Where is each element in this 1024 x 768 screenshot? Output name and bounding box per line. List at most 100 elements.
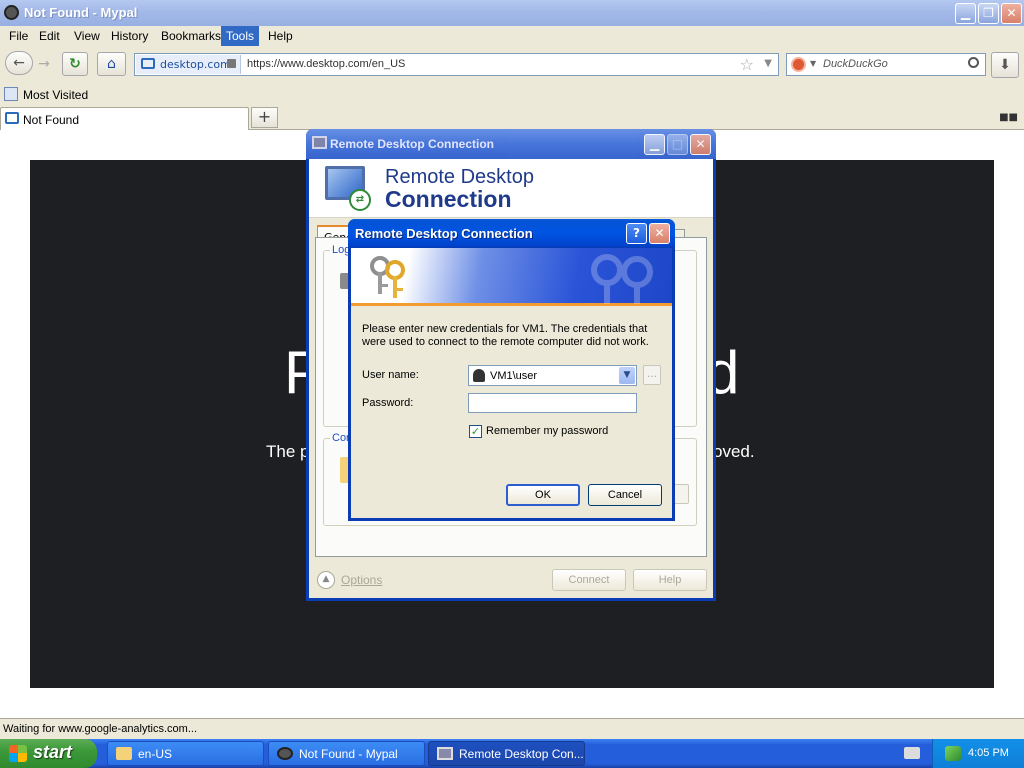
close-button[interactable]: ✕: [1001, 3, 1022, 24]
site-identity-icon: [141, 58, 155, 69]
url-dropdown-icon[interactable]: ▼: [764, 58, 772, 69]
page-subtext-right: oved.: [713, 442, 755, 461]
tab-not-found[interactable]: Not Found: [0, 107, 249, 130]
rdc-help-button[interactable]: Help: [633, 569, 707, 591]
banner-watermark-icon: [591, 254, 653, 304]
rdc-close-button[interactable]: ✕: [690, 134, 711, 155]
start-label: start: [33, 742, 73, 762]
taskbar: start en-US Not Found - Mypal Remote Des…: [0, 739, 1024, 768]
engine-dropdown-icon[interactable]: ▼: [810, 59, 816, 68]
connection-arrows-icon: ⇄: [349, 189, 371, 211]
tab-list-icon[interactable]: ■■: [999, 112, 1018, 123]
downloads-button[interactable]: ⬇: [991, 52, 1019, 78]
bookmark-star-icon[interactable]: ☆: [740, 55, 754, 74]
site-identity-button[interactable]: desktop.com: [136, 55, 241, 74]
address-bar[interactable]: desktop.com https://www.desktop.com/en_U…: [134, 53, 779, 76]
tab-strip: Not Found + ■■: [0, 106, 1024, 130]
url-text[interactable]: https://www.desktop.com/en_US: [247, 58, 405, 70]
search-placeholder[interactable]: DuckDuckGo: [823, 58, 888, 70]
menu-file[interactable]: File: [4, 29, 33, 43]
keyboard-icon[interactable]: [904, 747, 920, 759]
menu-edit[interactable]: Edit: [34, 29, 65, 43]
status-text: Waiting for www.google-analytics.com...: [3, 723, 197, 735]
home-button[interactable]: ⌂: [97, 52, 126, 76]
search-box[interactable]: ▼ DuckDuckGo: [786, 53, 986, 76]
user-icon: [473, 369, 485, 382]
menu-tools[interactable]: Tools: [221, 26, 260, 46]
credentials-title: Remote Desktop Connection: [355, 226, 533, 241]
taskbar-item-en-us[interactable]: en-US: [107, 741, 264, 766]
folder-icon: [116, 747, 132, 760]
credentials-close-button[interactable]: ✕: [649, 223, 670, 244]
bookmark-most-visited[interactable]: Most Visited: [23, 88, 88, 102]
rdc-header-line2: Connection: [385, 186, 512, 212]
close-icon: ✕: [654, 226, 665, 240]
menu-history[interactable]: History: [106, 29, 153, 43]
duckduckgo-engine-icon[interactable]: [791, 57, 806, 72]
new-tab-button[interactable]: +: [251, 107, 278, 128]
rdc-window-title: Remote Desktop Connection: [330, 137, 495, 151]
username-combobox[interactable]: VM1\user ▼: [468, 365, 637, 386]
tab-label: Not Found: [23, 113, 80, 127]
site-identity-label: desktop.com: [160, 58, 231, 71]
remember-password-label[interactable]: Remember my password: [486, 425, 608, 437]
rdc-footer: ▲ Options Connect Help: [309, 562, 713, 598]
maximize-button[interactable]: ❐: [978, 3, 999, 24]
tab-page-icon: [5, 112, 19, 124]
credentials-message: Please enter new credentials for VM1. Th…: [362, 323, 649, 348]
credentials-body: Please enter new credentials for VM1. Th…: [351, 248, 672, 518]
forward-arrow-icon: →: [38, 56, 50, 72]
password-field[interactable]: [468, 393, 637, 413]
forward-button[interactable]: →: [33, 53, 55, 77]
clock[interactable]: 4:05 PM: [968, 747, 1009, 759]
keys-icon: [370, 256, 405, 298]
credentials-dialog: Remote Desktop Connection ? ✕ Please ent…: [348, 219, 675, 521]
back-button[interactable]: ←: [5, 51, 33, 75]
back-arrow-icon: ←: [13, 55, 25, 71]
rdc-banner: ⇄ Remote Desktop Connection: [309, 159, 713, 218]
rdc-minimize-button[interactable]: ▁: [644, 134, 665, 155]
status-bar: Waiting for www.google-analytics.com...: [0, 718, 1024, 739]
options-toggle-icon[interactable]: ▲: [317, 571, 335, 589]
chevron-down-icon[interactable]: ▼: [619, 367, 635, 384]
rdc-maximize-button: □: [667, 134, 688, 155]
page-subtext-left: The p: [266, 442, 310, 461]
remember-password-checkbox[interactable]: ✓: [469, 425, 482, 438]
start-button[interactable]: start: [0, 739, 97, 768]
credentials-titlebar: Remote Desktop Connection ? ✕: [348, 219, 675, 248]
help-button[interactable]: ?: [626, 223, 647, 244]
username-label: User name:: [362, 369, 419, 381]
plus-icon: +: [257, 107, 272, 126]
taskbar-item-rdc[interactable]: Remote Desktop Con...: [428, 741, 585, 766]
menu-view[interactable]: View: [69, 29, 105, 43]
reload-button[interactable]: ↻: [62, 52, 88, 76]
browser-window-title: Not Found - Mypal: [24, 5, 138, 20]
reload-icon: ↻: [69, 56, 81, 72]
home-icon: ⌂: [107, 56, 116, 72]
search-icon[interactable]: [968, 57, 979, 68]
minimize-button[interactable]: ▁: [955, 3, 976, 24]
rdc-icon: [437, 747, 453, 760]
menu-bookmarks[interactable]: Bookmarks: [156, 29, 226, 43]
taskbar-item-label: Not Found - Mypal: [299, 747, 398, 761]
menu-help[interactable]: Help: [263, 29, 298, 43]
ok-button[interactable]: OK: [506, 484, 580, 506]
network-icon[interactable]: [945, 746, 961, 761]
taskbar-item-label: en-US: [138, 747, 173, 761]
taskbar-item-label: Remote Desktop Con...: [459, 747, 584, 761]
options-link[interactable]: Options: [341, 573, 382, 587]
bookmarks-toolbar: Most Visited: [0, 84, 1024, 106]
username-value[interactable]: VM1\user: [490, 370, 537, 382]
password-label: Password:: [362, 397, 414, 409]
taskbar-item-mypal[interactable]: Not Found - Mypal: [268, 741, 425, 766]
connect-button[interactable]: Connect: [552, 569, 626, 591]
rdc-titlebar: Remote Desktop Connection ▁ □ ✕: [306, 129, 716, 159]
menu-bar: File Edit View History Bookmarks Tools H…: [0, 26, 1024, 46]
lock-icon: [227, 59, 236, 68]
mypal-icon: [277, 747, 293, 760]
mypal-app-icon: [4, 5, 19, 20]
download-arrow-icon: ⬇: [999, 57, 1011, 73]
checkmark-icon: ✓: [470, 425, 481, 438]
windows-logo-icon: [9, 745, 27, 762]
cancel-button[interactable]: Cancel: [588, 484, 662, 506]
